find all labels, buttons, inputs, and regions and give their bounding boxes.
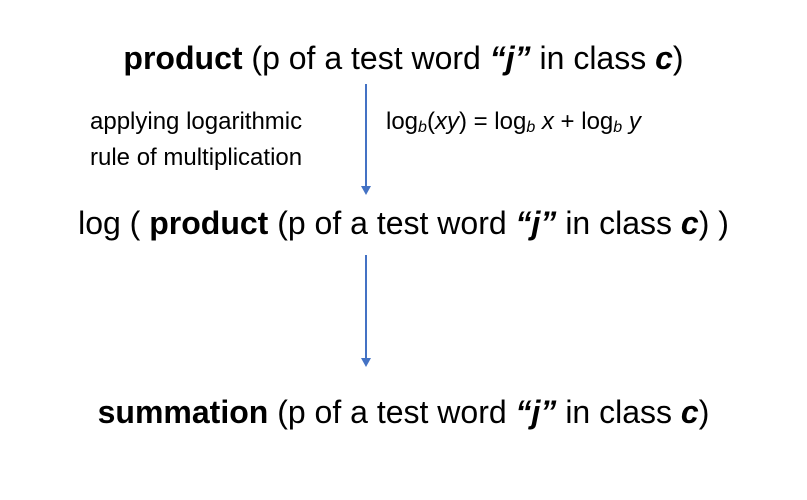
step-3-expression: summation (p of a test word “j” in class…: [0, 394, 807, 430]
log-rule-base-2: b: [526, 119, 536, 136]
step-1-keyword: product: [123, 40, 243, 76]
annotation-line-2: rule of multiplication: [90, 144, 303, 171]
step-2-c: c: [680, 205, 699, 241]
log-rule-log-1: log: [386, 108, 419, 135]
arrow-2-head: [361, 358, 371, 367]
arrow-1-head: [361, 186, 371, 195]
arrow-step-1-to-2: [361, 84, 371, 195]
step-3-text: (p of a test word: [268, 394, 516, 430]
step-1-close: ): [672, 40, 684, 76]
step-1-j: “j”: [489, 40, 531, 76]
step-3-in-class: in class: [556, 394, 681, 430]
log-rule-y: y: [622, 108, 641, 135]
step-2-prefix: log (: [78, 205, 150, 241]
step-1-expression: product (p of a test word “j” in class c…: [0, 40, 807, 76]
step-3-close: ): [698, 394, 710, 430]
log-rule-plus: + log: [553, 108, 614, 135]
annotation-description: applying logarithmic rule of multiplicat…: [90, 104, 302, 176]
log-rule-x: x: [535, 108, 554, 135]
step-2-expression: log ( product (p of a test word “j” in c…: [0, 205, 807, 241]
step-1-text: (p of a test word: [251, 40, 490, 76]
step-1-c: c: [655, 40, 673, 76]
log-rule-base-1: b: [418, 119, 427, 136]
step-3-c: c: [680, 394, 699, 430]
step-2-keyword: product: [149, 205, 269, 241]
log-rule-equals: ) = log: [458, 108, 527, 135]
step-3-j: “j”: [515, 394, 557, 430]
step-2-text: (p of a test word: [268, 205, 516, 241]
step-1-in-class: in class: [530, 40, 656, 76]
log-rule-xy: xy: [434, 108, 459, 135]
step-2-in-class: in class: [556, 205, 681, 241]
arrow-step-2-to-3: [361, 255, 371, 367]
step-2-j: “j”: [515, 205, 557, 241]
log-rule-open: (: [426, 108, 435, 135]
step-3-keyword: summation: [97, 394, 269, 430]
log-rule-base-3: b: [613, 119, 623, 136]
step-2-close: ) ): [698, 205, 729, 241]
log-rule-formula: logb(xy) = logb x + logb y: [386, 104, 641, 140]
annotation-line-1: applying logarithmic: [90, 108, 303, 135]
